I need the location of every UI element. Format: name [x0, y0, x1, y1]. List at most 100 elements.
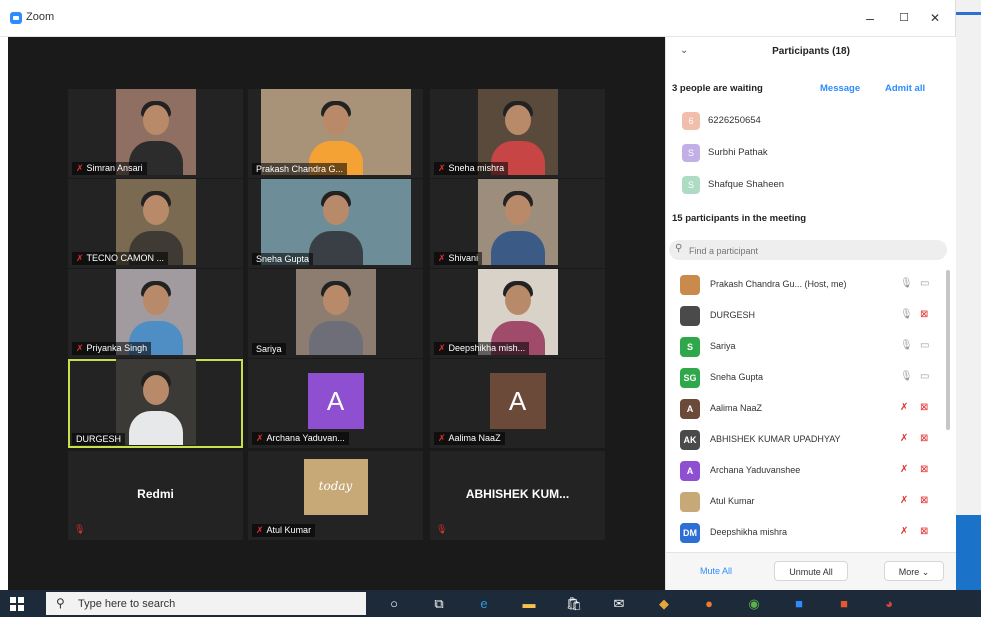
- mic-icon[interactable]: 🎙︎: [900, 371, 913, 382]
- more-button[interactable]: More ⌄: [884, 561, 944, 581]
- waiting-room-label: 3 people are waiting: [672, 83, 763, 94]
- participant-row[interactable]: A Archana Yaduvanshee ✗ ⊠: [680, 460, 942, 482]
- profile-image: today: [303, 459, 368, 515]
- camera-icon[interactable]: ▭: [920, 278, 929, 289]
- video-tile-sneha-mishra[interactable]: ✗ Sneha mishra: [430, 89, 605, 178]
- participant-row[interactable]: DM Deepshikha mishra ✗ ⊠: [680, 522, 942, 544]
- video-tile-simran-ansari[interactable]: ✗ Simran Ansari: [68, 89, 243, 178]
- video-tile-priyanka-singh[interactable]: ✗ Priyanka Singh: [68, 269, 243, 358]
- camera-off-icon[interactable]: ⊠: [920, 464, 928, 475]
- cortana-icon[interactable]: ○: [384, 594, 404, 614]
- chrome-icon[interactable]: ◕: [879, 594, 899, 614]
- firefox-icon[interactable]: ●: [699, 594, 719, 614]
- avatar: [680, 306, 700, 326]
- video-tile-prakash-chandra-g[interactable]: Prakash Chandra G...: [248, 89, 423, 178]
- camera-off-icon[interactable]: ⊠: [920, 402, 928, 413]
- participant-row[interactable]: S Sariya 🎙︎ ▭: [680, 336, 942, 358]
- close-button[interactable]: ✕: [920, 7, 950, 29]
- avatar: DM: [680, 523, 700, 543]
- participants-title: Participants (18): [772, 46, 850, 57]
- camera-off-icon[interactable]: ⊠: [920, 309, 928, 320]
- participant-name-label: Sariya: [252, 343, 286, 355]
- camera-icon[interactable]: ▭: [920, 340, 929, 351]
- participant-name-label: Sneha Gupta: [252, 253, 314, 265]
- participant-row[interactable]: A Aalima NaaZ ✗ ⊠: [680, 398, 942, 420]
- app3-icon[interactable]: ■: [834, 594, 854, 614]
- maximize-button[interactable]: ☐: [889, 7, 919, 29]
- muted-mic-icon: ✗: [256, 525, 264, 535]
- camera-off-icon[interactable]: ⊠: [920, 495, 928, 506]
- windows-start-icon[interactable]: [10, 597, 24, 611]
- camera-off-icon[interactable]: ⊠: [920, 433, 928, 444]
- app2-icon[interactable]: ◉: [744, 594, 764, 614]
- camera-off-icon[interactable]: ⊠: [920, 526, 928, 537]
- participant-name: DURGESH: [710, 310, 756, 320]
- participant-name: Prakash Chandra G...: [256, 164, 344, 174]
- video-tile-tecno-camon[interactable]: ✗ TECNO CAMON ...: [68, 179, 243, 268]
- avatar: A: [680, 399, 700, 419]
- participant-name: Shivani: [448, 253, 479, 263]
- camera-icon[interactable]: ▭: [920, 371, 929, 382]
- participant-list-scrollbar[interactable]: [946, 270, 950, 430]
- video-tile-archana-yaduvan[interactable]: A ✗ Archana Yaduvan...: [248, 359, 423, 448]
- taskbar-search[interactable]: ⚲ Type here to search: [46, 592, 366, 615]
- admit-all-button[interactable]: Admit all: [885, 83, 925, 94]
- video-tile-abhishek-kum[interactable]: ABHISHEK KUM... 🎙︎: [430, 451, 605, 540]
- file-explorer-icon[interactable]: ▬: [519, 594, 539, 614]
- mute-all-button[interactable]: Mute All: [686, 561, 746, 581]
- window-title: Zoom: [26, 11, 55, 23]
- participant-search[interactable]: ⚲: [669, 240, 947, 260]
- muted-mic-icon[interactable]: ✗: [900, 433, 908, 444]
- zoom-icon[interactable]: ■: [789, 594, 809, 614]
- video-tile-atul-kumar[interactable]: today ✗ Atul Kumar: [248, 451, 423, 540]
- muted-mic-icon: ✗: [438, 433, 446, 443]
- mic-icon[interactable]: 🎙︎: [900, 340, 913, 351]
- mic-icon[interactable]: 🎙︎: [900, 278, 913, 289]
- video-tile-sneha-gupta[interactable]: Sneha Gupta: [248, 179, 423, 268]
- video-tile-aalima-naaz[interactable]: A ✗ Aalima NaaZ: [430, 359, 605, 448]
- avatar: A: [489, 373, 546, 429]
- gallery-view: ✗ Simran Ansari Prakash Chandra G... ✗ Sne…: [8, 37, 665, 590]
- muted-mic-icon[interactable]: ✗: [900, 464, 908, 475]
- participant-name: Sariya: [256, 344, 282, 354]
- participant-name: Deepshikha mish...: [448, 343, 526, 353]
- participants-header: ⌄ Participants (18): [666, 37, 956, 67]
- participant-name-label: ✗ Atul Kumar: [252, 524, 316, 537]
- waiting-name: Surbhi Pathak: [708, 147, 768, 158]
- avatar: S: [680, 337, 700, 357]
- participant-search-input[interactable]: [687, 242, 941, 260]
- participant-name-label: ✗ Sneha mishra: [434, 162, 509, 175]
- mic-icon[interactable]: 🎙︎: [900, 309, 913, 320]
- participant-row[interactable]: DURGESH 🎙︎ ⊠: [680, 305, 942, 327]
- unmute-all-button[interactable]: Unmute All: [774, 561, 848, 581]
- muted-mic-icon[interactable]: ✗: [900, 402, 908, 413]
- muted-mic-icon[interactable]: ✗: [900, 495, 908, 506]
- mail-icon[interactable]: ✉: [609, 594, 629, 614]
- app-icon[interactable]: ◆: [654, 594, 674, 614]
- avatar: S: [682, 144, 700, 162]
- taskbar-search-placeholder: Type here to search: [78, 598, 176, 610]
- participant-list: Prakash Chandra Gu... (Host, me) 🎙︎ ▭ DU…: [666, 270, 956, 550]
- participant-name: Aalima NaaZ: [710, 403, 763, 413]
- video-tile-sariya[interactable]: Sariya: [248, 269, 423, 358]
- participant-row[interactable]: Prakash Chandra Gu... (Host, me) 🎙︎ ▭: [680, 274, 942, 296]
- muted-mic-icon[interactable]: ✗: [900, 526, 908, 537]
- participant-row[interactable]: Atul Kumar ✗ ⊠: [680, 491, 942, 513]
- profile-image-caption: today: [318, 479, 353, 493]
- video-tile-redmi[interactable]: Redmi 🎙︎: [68, 451, 243, 540]
- muted-mic-icon: ✗: [438, 253, 446, 263]
- participant-row[interactable]: AK ABHISHEK KUMAR UPADHYAY ✗ ⊠: [680, 429, 942, 451]
- video-tile-durgesh[interactable]: DURGESH: [68, 359, 243, 448]
- video-tile-shivani[interactable]: ✗ Shivani: [430, 179, 605, 268]
- participant-name-label: ✗ TECNO CAMON ...: [72, 252, 169, 265]
- participant-name-label: ✗ Priyanka Singh: [72, 342, 152, 355]
- edge-icon[interactable]: e: [474, 594, 494, 614]
- avatar: [680, 492, 700, 512]
- store-icon[interactable]: 🛍: [564, 594, 584, 614]
- minimize-button[interactable]: –: [855, 7, 885, 29]
- video-tile-deepshikha-mish[interactable]: ✗ Deepshikha mish...: [430, 269, 605, 358]
- participant-name-label: Prakash Chandra G...: [252, 163, 348, 175]
- participant-row[interactable]: SG Sneha Gupta 🎙︎ ▭: [680, 367, 942, 389]
- message-waiting-button[interactable]: Message: [820, 83, 860, 94]
- task-view-icon[interactable]: ⧉: [429, 594, 449, 614]
